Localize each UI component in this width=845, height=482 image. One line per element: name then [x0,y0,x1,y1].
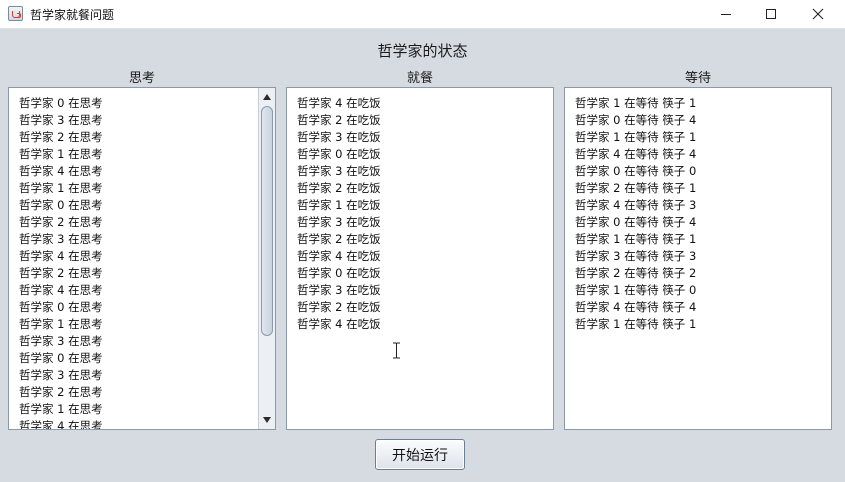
scroll-down-button[interactable] [259,412,275,428]
thinking-list-item[interactable]: 哲学家 2 在思考 [19,384,103,401]
waiting-list[interactable]: 哲学家 1 在等待 筷子 1 哲学家 0 在等待 筷子 4 哲学家 1 在等待 筷子… [575,95,696,333]
eating-list-item[interactable]: 哲学家 3 在吃饭 [297,214,381,231]
thinking-list-item[interactable]: 哲学家 1 在思考 [19,316,103,333]
minimize-button[interactable] [703,0,749,28]
eating-list-item[interactable]: 哲学家 3 在吃饭 [297,129,381,146]
waiting-list-item[interactable]: 哲学家 0 在等待 筷子 4 [575,112,696,129]
eating-list-item[interactable]: 哲学家 1 在吃饭 [297,197,381,214]
waiting-list-panel[interactable]: 哲学家 1 在等待 筷子 1 哲学家 0 在等待 筷子 4 哲学家 1 在等待 筷子… [564,87,832,430]
waiting-list-item[interactable]: 哲学家 1 在等待 筷子 1 [575,95,696,112]
thinking-list-item[interactable]: 哲学家 1 在思考 [19,180,103,197]
eating-list-item[interactable]: 哲学家 4 在吃饭 [297,316,381,333]
triangle-down-icon [263,417,271,423]
thinking-list-item[interactable]: 哲学家 0 在思考 [19,95,103,112]
thinking-list-item[interactable]: 哲学家 4 在思考 [19,418,103,429]
waiting-list-item[interactable]: 哲学家 1 在等待 筷子 0 [575,282,696,299]
close-icon [812,8,824,20]
start-run-button[interactable]: 开始运行 [375,439,465,470]
waiting-list-item[interactable]: 哲学家 4 在等待 筷子 4 [575,299,696,316]
thinking-list-item[interactable]: 哲学家 0 在思考 [19,197,103,214]
eating-list-item[interactable]: 哲学家 3 在吃饭 [297,282,381,299]
waiting-list-item[interactable]: 哲学家 3 在等待 筷子 3 [575,248,696,265]
waiting-list-item[interactable]: 哲学家 1 在等待 筷子 1 [575,316,696,333]
eating-list-item[interactable]: 哲学家 2 在吃饭 [297,112,381,129]
thinking-list-item[interactable]: 哲学家 3 在思考 [19,333,103,350]
eating-list-item[interactable]: 哲学家 2 在吃饭 [297,180,381,197]
thinking-list-item[interactable]: 哲学家 1 在思考 [19,401,103,418]
eating-list-item[interactable]: 哲学家 2 在吃饭 [297,299,381,316]
thinking-list-item[interactable]: 哲学家 4 在思考 [19,248,103,265]
thinking-list-item[interactable]: 哲学家 2 在思考 [19,129,103,146]
scrollbar-thumb[interactable] [261,106,273,336]
column-label-waiting: 等待 [684,71,711,86]
thinking-list-item[interactable]: 哲学家 4 在思考 [19,163,103,180]
title-bar: 哲学家就餐问题 [0,0,845,29]
text-cursor-icon [393,342,400,359]
waiting-list-item[interactable]: 哲学家 0 在等待 筷子 0 [575,163,696,180]
thinking-scrollbar[interactable] [258,88,275,429]
column-label-eating: 就餐 [406,71,433,86]
eating-list-item[interactable]: 哲学家 3 在吃饭 [297,163,381,180]
thinking-list-panel[interactable]: 哲学家 0 在思考 哲学家 3 在思考 哲学家 2 在思考 哲学家 1 在思考 哲学家 … [8,87,276,430]
waiting-list-item[interactable]: 哲学家 4 在等待 筷子 3 [575,197,696,214]
eating-list-item[interactable]: 哲学家 0 在吃饭 [297,146,381,163]
window-title: 哲学家就餐问题 [30,8,115,22]
close-button[interactable] [795,0,841,28]
thinking-list-item[interactable]: 哲学家 2 在思考 [19,214,103,231]
eating-list-panel[interactable]: 哲学家 4 在吃饭 哲学家 2 在吃饭 哲学家 3 在吃饭 哲学家 0 在吃饭 哲学家 … [286,87,554,430]
triangle-up-icon [263,94,271,100]
thinking-list-item[interactable]: 哲学家 3 在思考 [19,112,103,129]
waiting-list-item[interactable]: 哲学家 4 在等待 筷子 4 [575,146,696,163]
thinking-list-item[interactable]: 哲学家 0 在思考 [19,299,103,316]
maximize-icon [766,9,776,19]
scroll-up-button[interactable] [259,89,275,105]
waiting-list-item[interactable]: 哲学家 1 在等待 筷子 1 [575,129,696,146]
thinking-list-item[interactable]: 哲学家 2 在思考 [19,265,103,282]
maximize-button[interactable] [748,0,794,28]
eating-list[interactable]: 哲学家 4 在吃饭 哲学家 2 在吃饭 哲学家 3 在吃饭 哲学家 0 在吃饭 哲学家 … [297,95,381,333]
thinking-list[interactable]: 哲学家 0 在思考 哲学家 3 在思考 哲学家 2 在思考 哲学家 1 在思考 哲学家 … [19,95,103,429]
thinking-list-item[interactable]: 哲学家 1 在思考 [19,146,103,163]
eating-list-item[interactable]: 哲学家 4 在吃饭 [297,95,381,112]
eating-list-item[interactable]: 哲学家 4 在吃饭 [297,248,381,265]
thinking-list-item[interactable]: 哲学家 3 在思考 [19,231,103,248]
waiting-list-item[interactable]: 哲学家 1 在等待 筷子 1 [575,231,696,248]
page-title: 哲学家的状态 [377,42,468,60]
thinking-list-item[interactable]: 哲学家 0 在思考 [19,350,103,367]
minimize-icon [721,14,731,15]
thinking-list-item[interactable]: 哲学家 3 在思考 [19,367,103,384]
eating-list-item[interactable]: 哲学家 2 在吃饭 [297,231,381,248]
thinking-list-item[interactable]: 哲学家 4 在思考 [19,282,103,299]
eating-list-item[interactable]: 哲学家 0 在吃饭 [297,265,381,282]
waiting-list-item[interactable]: 哲学家 0 在等待 筷子 4 [575,214,696,231]
column-label-thinking: 思考 [128,71,155,86]
waiting-list-item[interactable]: 哲学家 2 在等待 筷子 2 [575,265,696,282]
java-cup-icon [8,6,23,21]
waiting-list-item[interactable]: 哲学家 2 在等待 筷子 1 [575,180,696,197]
